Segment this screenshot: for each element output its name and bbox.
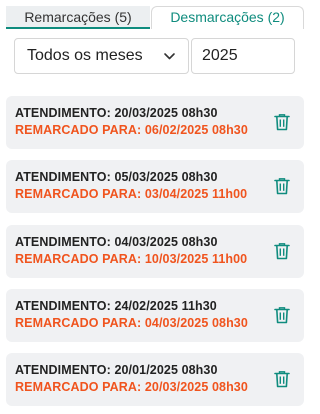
list-item: ATENDIMENTO: 20/03/2025 08h30 REMARCADO …	[6, 96, 304, 149]
attendance-date: ATENDIMENTO: 05/03/2025 08h30	[15, 170, 218, 184]
trash-icon[interactable]	[272, 112, 292, 132]
trash-icon[interactable]	[272, 305, 292, 325]
attendance-date: ATENDIMENTO: 24/02/2025 11h30	[15, 299, 217, 313]
list-item: ATENDIMENTO: 04/03/2025 08h30 REMARCADO …	[6, 225, 304, 278]
year-field[interactable]: 2025	[191, 38, 295, 74]
rescheduled-date: REMARCADO PARA: 04/03/2025 08h30	[15, 316, 248, 330]
tab-remarcacoes[interactable]: Remarcações (5)	[6, 6, 150, 29]
trash-icon[interactable]	[272, 241, 292, 261]
rescheduled-date: REMARCADO PARA: 10/03/2025 11h00	[15, 252, 248, 266]
list-item: ATENDIMENTO: 05/03/2025 08h30 REMARCADO …	[6, 160, 304, 213]
chevron-down-icon	[164, 53, 175, 60]
list-item: ATENDIMENTO: 20/01/2025 08h30 REMARCADO …	[6, 353, 304, 406]
year-field-value: 2025	[202, 47, 238, 64]
tab-bar: Remarcações (5) Desmarcações (2)	[6, 6, 304, 29]
attendance-date: ATENDIMENTO: 04/03/2025 08h30	[15, 235, 218, 249]
month-select-value: Todos os meses	[27, 47, 143, 64]
list-item: ATENDIMENTO: 24/02/2025 11h30 REMARCADO …	[6, 289, 304, 342]
attendance-date: ATENDIMENTO: 20/03/2025 08h30	[15, 106, 218, 120]
rescheduled-date: REMARCADO PARA: 06/02/2025 08h30	[15, 123, 248, 137]
attendance-date: ATENDIMENTO: 20/01/2025 08h30	[15, 363, 218, 377]
rescheduled-date: REMARCADO PARA: 20/03/2025 08h30	[15, 380, 248, 394]
month-select[interactable]: Todos os meses	[14, 38, 189, 74]
rescheduled-date: REMARCADO PARA: 03/04/2025 11h00	[15, 187, 248, 201]
tab-desmarcacoes[interactable]: Desmarcações (2)	[151, 6, 304, 29]
trash-icon[interactable]	[272, 176, 292, 196]
trash-icon[interactable]	[272, 369, 292, 389]
